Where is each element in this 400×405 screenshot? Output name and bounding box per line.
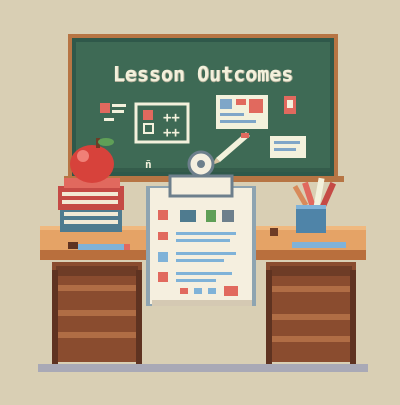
board-card xyxy=(270,136,306,158)
paper-mark xyxy=(208,288,216,294)
book-middle xyxy=(58,186,124,210)
board-red-square xyxy=(100,103,110,113)
paper-gray-box xyxy=(222,210,234,222)
desk-left-trim xyxy=(56,266,138,276)
desk-ruler xyxy=(292,242,346,248)
clipboard-paper-shadow xyxy=(152,300,252,306)
board-small-mark: ñ xyxy=(145,158,152,171)
board-chart-block xyxy=(220,99,232,109)
desk-right-trim xyxy=(270,266,352,276)
board-chart-line xyxy=(220,113,244,116)
book-pages xyxy=(62,200,118,204)
desk-left-leg xyxy=(136,270,142,364)
board-card-line xyxy=(274,148,296,151)
board-math-red-square xyxy=(143,110,153,120)
floor-shadow xyxy=(38,364,368,372)
board-list-line xyxy=(112,104,126,107)
paper-line xyxy=(176,259,224,262)
clipboard-clip xyxy=(168,174,234,198)
apple-highlight xyxy=(77,150,89,162)
board-title: Lesson Outcomes xyxy=(112,62,294,86)
board-plus-signs: ++ xyxy=(163,125,180,141)
paper-line xyxy=(176,272,232,275)
board-chart-block xyxy=(236,99,246,105)
desk-clip xyxy=(68,242,78,249)
desk-right-rail xyxy=(270,286,352,292)
book-pages xyxy=(64,212,118,216)
paper-line xyxy=(176,252,236,255)
board-red-note-window xyxy=(287,100,293,108)
desk-left-rail xyxy=(56,332,138,338)
desk-right-rail xyxy=(270,314,352,320)
board-chart-block xyxy=(249,99,263,113)
desk-small-box xyxy=(270,228,278,236)
desk-left-leg xyxy=(52,270,58,364)
board-chart-line xyxy=(220,120,256,123)
desk-right-base xyxy=(266,262,356,362)
clipboard-ring-hole xyxy=(197,160,205,168)
desk-left-rail xyxy=(56,285,138,291)
paper-mark xyxy=(194,288,202,294)
desk-left-rail xyxy=(56,310,138,316)
classroom-illustration: ++ ++ ñ Lesson Outcomes xyxy=(0,0,400,400)
desk-right-leg xyxy=(266,270,272,364)
desk-right-leg xyxy=(350,270,356,364)
paper-line xyxy=(176,239,230,242)
apple-body xyxy=(70,145,114,183)
book-stack xyxy=(58,178,124,232)
board-card-line xyxy=(274,141,300,144)
cup-body xyxy=(296,205,326,233)
paper-line xyxy=(176,279,216,282)
pencil-eraser xyxy=(124,244,130,250)
paper-green-box xyxy=(206,210,216,222)
board-plus-signs: ++ xyxy=(163,110,180,126)
classroom-drawing: ++ ++ ñ xyxy=(0,0,400,400)
paper-checkbox xyxy=(158,252,168,262)
paper-mark xyxy=(224,286,238,296)
paper-checkbox xyxy=(158,232,168,240)
board-list-line xyxy=(112,110,124,113)
apple-leaf xyxy=(98,138,114,146)
pencil-icon xyxy=(78,244,124,250)
paper-red-box xyxy=(158,210,168,220)
desk-right-rail xyxy=(270,336,352,342)
paper-mark xyxy=(180,288,188,294)
paper-icon-box xyxy=(180,210,196,222)
cup-rim xyxy=(296,205,326,209)
paper-line xyxy=(176,232,236,235)
book-pages xyxy=(64,220,118,224)
paper-checkbox xyxy=(158,272,168,282)
board-list-line xyxy=(104,118,114,121)
book-pages xyxy=(62,192,118,196)
